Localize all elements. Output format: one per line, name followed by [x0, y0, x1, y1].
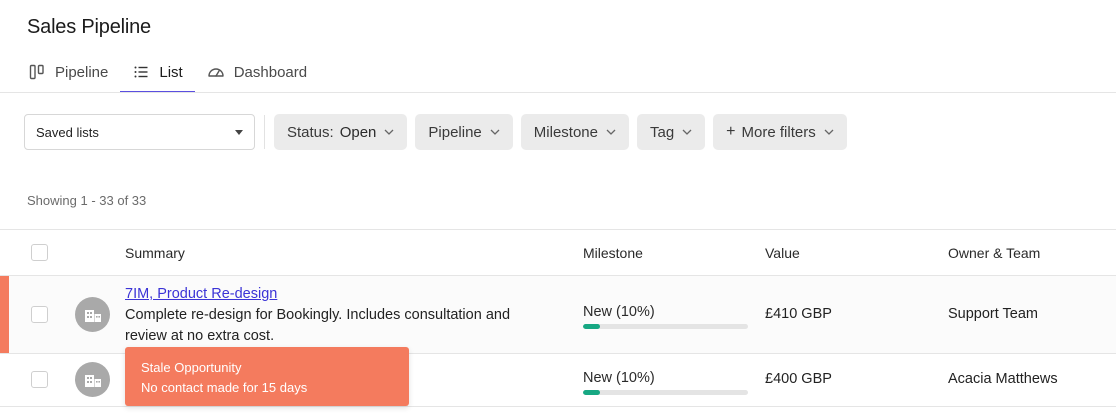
tab-label: List — [159, 63, 183, 81]
stale-indicator[interactable] — [0, 276, 9, 353]
row-value: £410 GBP — [765, 306, 832, 322]
caret-down-icon — [235, 129, 243, 135]
filter-divider — [264, 115, 265, 149]
results-count: Showing 1 - 33 of 33 — [27, 193, 147, 208]
chevron-down-icon — [824, 129, 834, 135]
milestone-progress-fill — [583, 324, 600, 329]
more-filters-label: More filters — [741, 123, 816, 141]
tab-label: Dashboard — [233, 63, 308, 81]
chevron-down-icon — [606, 129, 616, 135]
plus-icon: + — [726, 123, 736, 140]
chevron-down-icon — [384, 129, 394, 135]
milestone-filter-label: Milestone — [533, 123, 598, 141]
row-checkbox[interactable] — [31, 306, 48, 323]
chevron-down-icon — [682, 129, 692, 135]
row-owner: Support Team — [948, 306, 1039, 322]
company-avatar — [75, 297, 110, 332]
row-checkbox[interactable] — [31, 371, 48, 388]
chevron-down-icon — [490, 129, 500, 135]
column-header-summary[interactable]: Summary — [125, 230, 185, 276]
tag-filter[interactable]: Tag — [636, 114, 706, 150]
pipeline-filter[interactable]: Pipeline — [415, 114, 513, 150]
tooltip-title: Stale Opportunity — [141, 360, 242, 375]
select-all-checkbox[interactable] — [31, 244, 48, 261]
milestone-progress-fill — [583, 390, 600, 395]
table-header: Summary Milestone Value Owner & Team — [0, 229, 1116, 276]
gauge-icon — [207, 63, 225, 81]
column-header-value[interactable]: Value — [765, 230, 800, 276]
filter-bar: Saved lists Status: Open Pipeline Milest… — [24, 114, 855, 150]
status-filter-label: Status: — [287, 123, 334, 141]
row-owner: Acacia Matthews — [948, 371, 1058, 387]
row-milestone: New (10%) — [583, 370, 748, 395]
column-header-milestone[interactable]: Milestone — [583, 230, 643, 276]
milestone-progress-bar — [583, 390, 748, 395]
row-milestone: New (10%) — [583, 304, 748, 329]
list-icon — [132, 63, 150, 81]
status-filter-value: Open — [339, 123, 377, 141]
more-filters-button[interactable]: + More filters — [713, 114, 847, 150]
column-header-owner[interactable]: Owner & Team — [948, 230, 1040, 276]
milestone-filter[interactable]: Milestone — [520, 114, 629, 150]
saved-lists-select[interactable]: Saved lists — [24, 114, 255, 150]
tab-pipeline[interactable]: Pipeline — [16, 52, 120, 92]
pipeline-columns-icon — [28, 63, 46, 81]
milestone-progress-bar — [583, 324, 748, 329]
milestone-label: New (10%) — [583, 370, 655, 386]
row-summary: 7IM, Product Re-design Complete re-desig… — [125, 284, 555, 347]
tooltip-text: No contact made for 15 days — [141, 380, 308, 395]
opportunity-link[interactable]: 7IM, Product Re-design — [125, 284, 555, 305]
tab-list[interactable]: List — [120, 52, 196, 93]
view-tabs: Pipeline List Dashboard — [28, 52, 319, 93]
page-title: Sales Pipeline — [27, 16, 151, 38]
opportunity-description: Complete re-design for Bookingly. Includ… — [125, 307, 511, 344]
tag-filter-label: Tag — [649, 123, 675, 141]
company-avatar — [75, 362, 110, 397]
tab-label: Pipeline — [55, 63, 109, 81]
milestone-label: New (10%) — [583, 304, 655, 320]
building-icon — [84, 374, 101, 387]
stale-opportunity-tooltip: Stale Opportunity No contact made for 15… — [125, 347, 409, 406]
pipeline-filter-label: Pipeline — [428, 123, 482, 141]
tab-dashboard[interactable]: Dashboard — [195, 52, 319, 92]
saved-lists-value: Saved lists — [36, 124, 99, 140]
tabs-divider — [0, 92, 1116, 93]
row-value: £400 GBP — [765, 371, 832, 387]
building-icon — [84, 309, 101, 322]
table-row[interactable]: 7IM, Product Re-design Complete re-desig… — [0, 276, 1116, 354]
status-filter[interactable]: Status: Open — [274, 114, 408, 150]
